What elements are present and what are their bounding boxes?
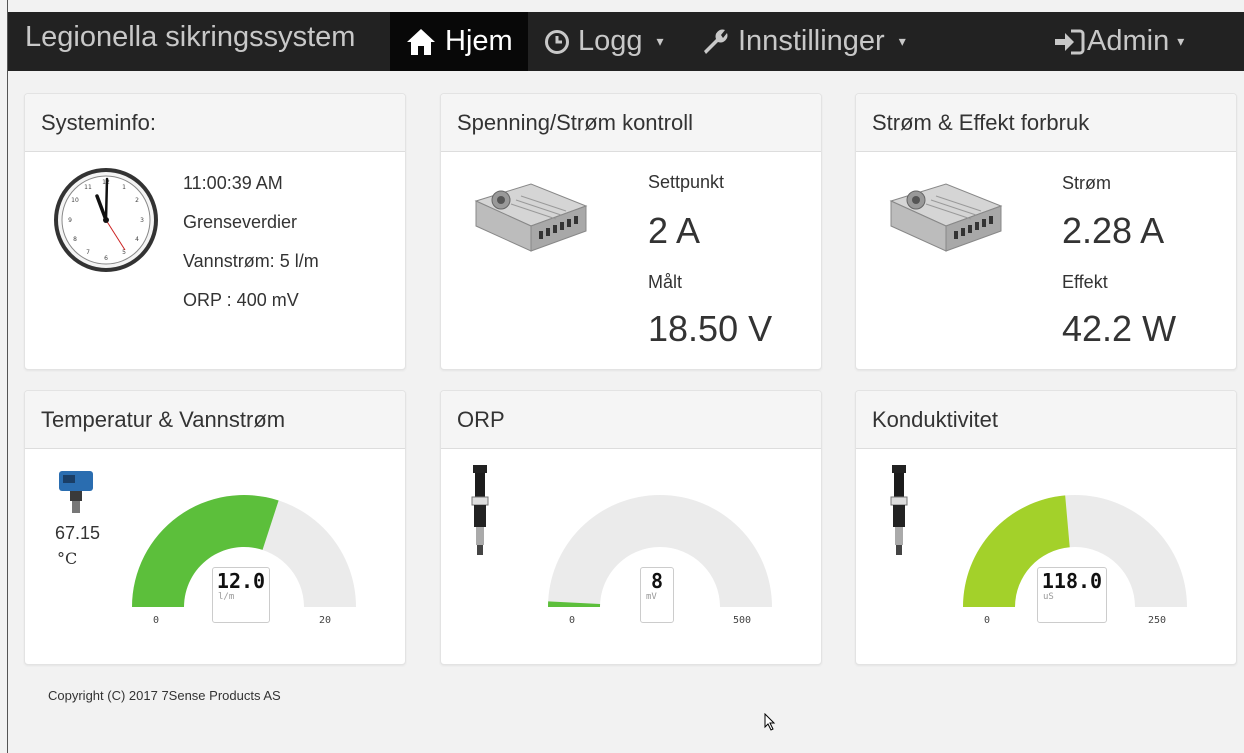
orp-gauge-value-box: 8 mV [640,567,674,623]
panel-title: Spenning/Strøm kontroll [441,94,821,152]
flow-gauge-unit: l/m [218,592,235,602]
systeminfo-panel: Systeminfo: 1212 345 678 91011 11:00:39 … [24,93,406,370]
caret-down-icon: ▾ [1177,33,1185,49]
conductivity-gauge-unit: uS [1043,592,1054,602]
flow-gauge-value: 12.0 [216,569,266,593]
orp-panel: ORP 8 mV 0 500 [440,390,822,665]
sign-in-icon [1053,28,1085,56]
nav-innstillinger-label: Innstillinger [738,25,885,57]
svg-text:7: 7 [86,249,90,256]
svg-text:10: 10 [71,197,79,204]
page-left-border [7,0,8,753]
svg-text:11: 11 [84,184,92,191]
orp-limit: ORP : 400 mV [183,290,299,310]
svg-text:5: 5 [122,249,126,256]
footer-copyright: Copyright (C) 2017 7Sense Products AS [48,688,281,703]
clock-image: 1212 345 678 91011 [52,166,160,279]
caret-down-icon: ▾ [656,33,664,49]
panel-title: ORP [441,391,821,449]
svg-text:6: 6 [104,255,108,262]
orp-probe-image [469,465,491,562]
system-time: 11:00:39 AM [183,173,283,193]
panel-title: Strøm & Effekt forbruk [856,94,1236,152]
power-supply-image [886,176,1006,261]
current-value: 2.28 A [1062,210,1165,251]
measured-value: 18.50 V [648,308,773,349]
setpoint-label: Settpunkt [648,172,725,192]
nav-home[interactable]: Hjem [390,12,528,71]
power-supply-image [471,176,591,261]
navbar: Legionella sikringssystem Hjem Logg ▾ In… [8,12,1244,71]
voltage-current-panel: Spenning/Strøm kontroll Settpunkt 2 A Må… [440,93,822,370]
measured-label: Målt [648,272,683,292]
mouse-cursor-icon [764,712,776,736]
nav-logg[interactable]: Logg ▾ [544,12,664,71]
temperature-value: 67.15 [55,523,101,543]
wrench-icon [700,27,730,57]
temperature-unit: °C [57,549,78,568]
current-label: Strøm [1062,173,1111,193]
panel-title: Systeminfo: [25,94,405,152]
home-icon [405,27,437,57]
nav-admin-label: Admin [1087,25,1170,57]
navbar-brand[interactable]: Legionella sikringssystem [25,21,355,54]
conductivity-gauge-value: 118.0 [1041,569,1103,593]
conductivity-gauge-max: 250 [1148,615,1167,626]
panel-title: Konduktivitet [856,391,1236,449]
effect-label: Effekt [1062,272,1108,292]
conductivity-panel: Konduktivitet 118.0 uS 0 250 [855,390,1237,665]
conductivity-gauge-value-box: 118.0 uS [1037,567,1107,623]
limits-label: Grenseverdier [183,212,298,232]
flow-gauge-max: 20 [319,615,332,626]
flow-gauge-min: 0 [153,615,160,626]
svg-text:3: 3 [140,217,144,224]
orp-gauge-min: 0 [569,615,576,626]
nav-admin[interactable]: Admin ▾ [1053,12,1184,71]
svg-text:1: 1 [122,184,126,191]
power-panel: Strøm & Effekt forbruk Strøm 2.28 A Effe… [855,93,1237,370]
flow-sensor-image [57,469,95,520]
nav-home-label: Hjem [445,25,513,57]
temperature-panel: Temperatur & Vannstrøm 67.15 °C 12.0 l/m… [24,390,406,665]
conductivity-probe-image [888,465,910,562]
effect-value: 42.2 W [1062,308,1177,349]
panel-title: Temperatur & Vannstrøm [25,391,405,449]
svg-text:9: 9 [68,217,72,224]
nav-innstillinger[interactable]: Innstillinger ▾ [700,12,906,71]
flow-gauge-value-box: 12.0 l/m [212,567,270,623]
orp-gauge-value: 8 [650,569,664,593]
caret-down-icon: ▾ [898,33,906,49]
svg-text:8: 8 [73,236,77,243]
orp-gauge-max: 500 [733,615,752,626]
svg-text:2: 2 [135,197,139,204]
setpoint-value: 2 A [648,210,701,251]
orp-gauge-unit: mV [646,592,657,602]
water-flow-limit: Vannstrøm: 5 l/m [183,251,319,271]
nav-logg-label: Logg [578,25,643,57]
conductivity-gauge-min: 0 [984,615,991,626]
svg-text:4: 4 [135,236,139,243]
clock-icon [544,29,570,55]
